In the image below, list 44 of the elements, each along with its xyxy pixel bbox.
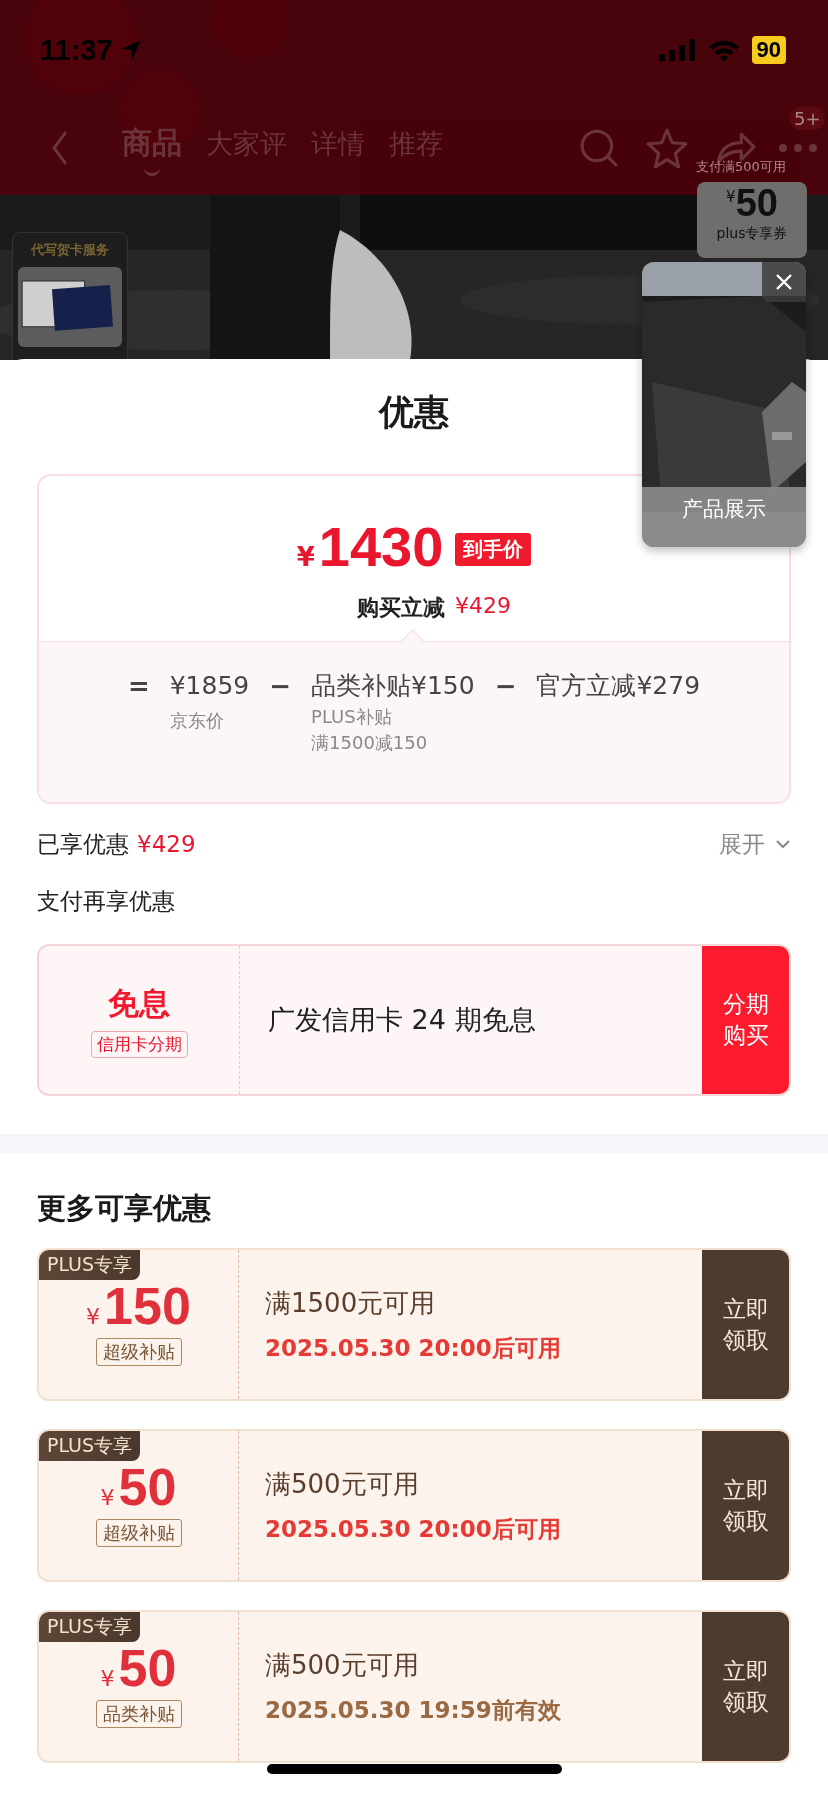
video-label: 产品展示 [642,487,806,547]
final-price: 1430 [318,514,444,579]
claim-button[interactable]: 立即领取 [702,1250,789,1399]
coupon-condition: 满1500元可用 [265,1286,437,1320]
claim-button[interactable]: 立即领取 [702,1431,789,1580]
term-note: 满1500减150 [311,731,429,755]
coupon-condition: 满500元可用 [265,1648,420,1682]
coupon-time: 2025.05.30 19:59前有效 [265,1695,562,1725]
coupon-tag: 超级补贴 [95,1519,182,1547]
enjoyed-amount: ¥429 [137,831,196,857]
section-title: 更多可享优惠 [37,1190,212,1227]
term-note: PLUS补贴 [311,705,393,729]
currency-sign: ¥ [100,1485,115,1510]
offer-subtag: 信用卡分期 [90,1030,188,1058]
coupon-tag: 超级补贴 [95,1338,182,1366]
operator-sign: = [127,670,150,703]
enjoyed-label: 已享优惠 [37,829,129,859]
saving-amount: ¥429 [455,593,511,620]
price-tag: 到手价 [455,533,532,566]
plus-badge: PLUS专享 [39,1612,141,1642]
section-title: 支付再享优惠 [37,887,176,916]
operator-sign: − [494,670,517,703]
offer-tag: 免息 [108,982,170,1025]
saving-label: 购买立减 [357,594,445,622]
sheet-title: 优惠 [377,391,450,434]
currency-sign: ¥ [86,1304,101,1329]
price-term: 官方立减¥279 [536,670,701,702]
chevron-down-icon [775,839,791,849]
plus-badge: PLUS专享 [39,1250,141,1280]
offer-text: 广发信用卡 24 期免息 [267,1003,537,1037]
claim-button[interactable]: 立即领取 [702,1612,789,1761]
currency-sign: ¥ [100,1666,115,1691]
coupon-time: 2025.05.30 20:00后可用 [265,1333,562,1363]
coupon-time: 2025.05.30 20:00后可用 [265,1514,562,1544]
price-term: 品类补贴¥150 [311,670,475,702]
term-note: 京东价 [169,709,225,733]
coupon-tag: 品类补贴 [95,1700,182,1728]
coupon-condition: 满500元可用 [265,1467,420,1501]
operator-sign: − [269,670,292,703]
plus-badge: PLUS专享 [39,1431,141,1461]
expand-toggle[interactable]: 展开 [719,828,791,860]
currency-sign: ¥ [296,542,315,572]
price-term: ¥1859 [169,670,250,702]
installment-button[interactable]: 分期购买 [702,946,789,1094]
